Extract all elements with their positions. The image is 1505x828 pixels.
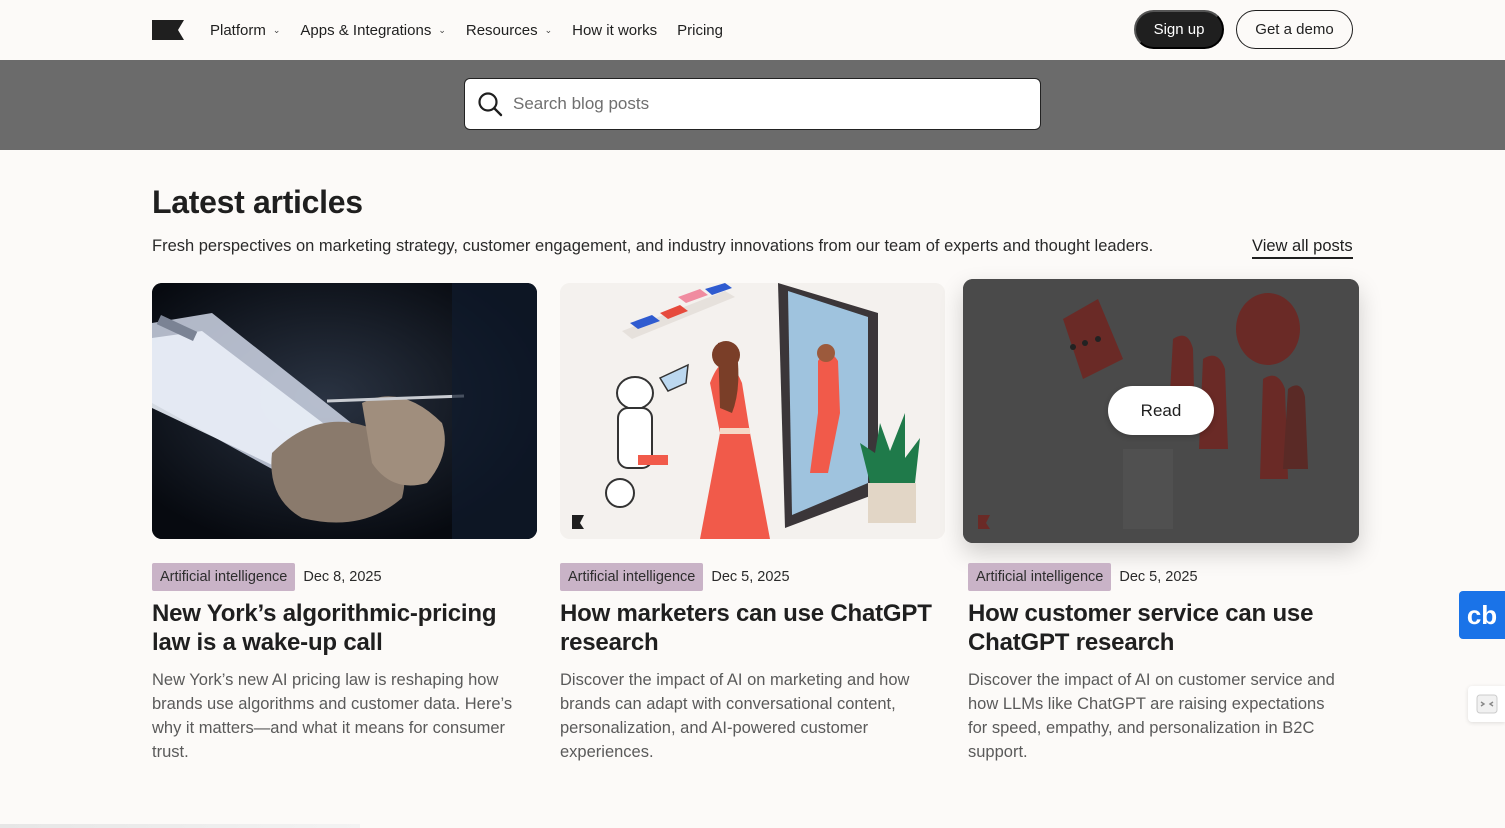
- nav-links: Platform ⌄ Apps & Integrations ⌄ Resourc…: [210, 0, 723, 60]
- nav-item-how-it-works[interactable]: How it works: [572, 22, 657, 39]
- search-box[interactable]: [464, 78, 1041, 130]
- article-title[interactable]: How marketers can use ChatGPT research: [560, 599, 945, 657]
- article-description: Discover the impact of AI on marketing a…: [560, 671, 910, 761]
- article-description: Discover the impact of AI on customer se…: [968, 671, 1335, 761]
- read-button[interactable]: Read: [1108, 386, 1214, 435]
- article-date: Dec 5, 2025: [711, 569, 790, 585]
- chevron-down-icon: ⌄: [544, 24, 553, 35]
- search-input[interactable]: [513, 94, 1013, 114]
- nav-item-platform[interactable]: Platform ⌄: [210, 22, 280, 39]
- ai-shopping-illustration: [560, 283, 945, 539]
- article-thumbnail[interactable]: [152, 283, 537, 539]
- assistant-widget[interactable]: [1468, 686, 1505, 722]
- section-subtitle: Fresh perspectives on marketing strategy…: [152, 237, 1154, 255]
- view-all-posts-link[interactable]: View all posts: [1252, 237, 1353, 259]
- bottom-divider: [0, 824, 360, 828]
- brand-logo-icon[interactable]: [152, 20, 184, 40]
- article-date: Dec 5, 2025: [1119, 569, 1198, 585]
- category-tag[interactable]: Artificial intelligence: [968, 563, 1112, 591]
- search-band: [0, 60, 1505, 150]
- chevron-down-icon: ⌄: [272, 24, 281, 35]
- article-meta: Artificial intelligence Dec 8, 2025: [152, 563, 382, 591]
- section-title: Latest articles: [152, 184, 363, 220]
- nav-item-label: Platform: [210, 21, 266, 39]
- article-date: Dec 8, 2025: [303, 569, 382, 585]
- article-meta: Artificial intelligence Dec 5, 2025: [560, 563, 790, 591]
- nav-item-label: Resources: [465, 21, 538, 39]
- category-tag[interactable]: Artificial intelligence: [152, 563, 296, 591]
- clipboard-photo-image: [152, 283, 537, 539]
- article-meta: Artificial intelligence Dec 5, 2025: [968, 563, 1198, 591]
- nav-item-label: How it works: [572, 21, 658, 39]
- assistant-face-icon: [1476, 694, 1497, 714]
- article-title[interactable]: How customer service can use ChatGPT res…: [968, 599, 1353, 657]
- nav-item-resources[interactable]: Resources ⌄: [466, 22, 552, 39]
- search-icon: [478, 92, 503, 117]
- article-title[interactable]: New York’s algorithmic-pricing law is a …: [152, 599, 537, 657]
- article-description: New York’s new AI pricing law is reshapi…: [152, 671, 513, 761]
- nav-item-label: Pricing: [677, 21, 723, 39]
- nav-item-pricing[interactable]: Pricing: [677, 22, 723, 39]
- nav-item-apps-integrations[interactable]: Apps & Integrations ⌄: [300, 22, 445, 39]
- chevron-down-icon: ⌄: [438, 24, 446, 35]
- article-thumbnail[interactable]: [560, 283, 945, 539]
- sign-up-button[interactable]: Sign up: [1134, 10, 1224, 49]
- category-tag[interactable]: Artificial intelligence: [560, 563, 704, 591]
- top-nav: Platform ⌄ Apps & Integrations ⌄ Resourc…: [0, 0, 1505, 60]
- cb-chat-widget[interactable]: cb: [1459, 591, 1505, 639]
- nav-item-label: Apps & Integrations: [300, 21, 432, 39]
- get-demo-button[interactable]: Get a demo: [1236, 10, 1353, 49]
- article-thumbnail[interactable]: Read: [963, 279, 1359, 543]
